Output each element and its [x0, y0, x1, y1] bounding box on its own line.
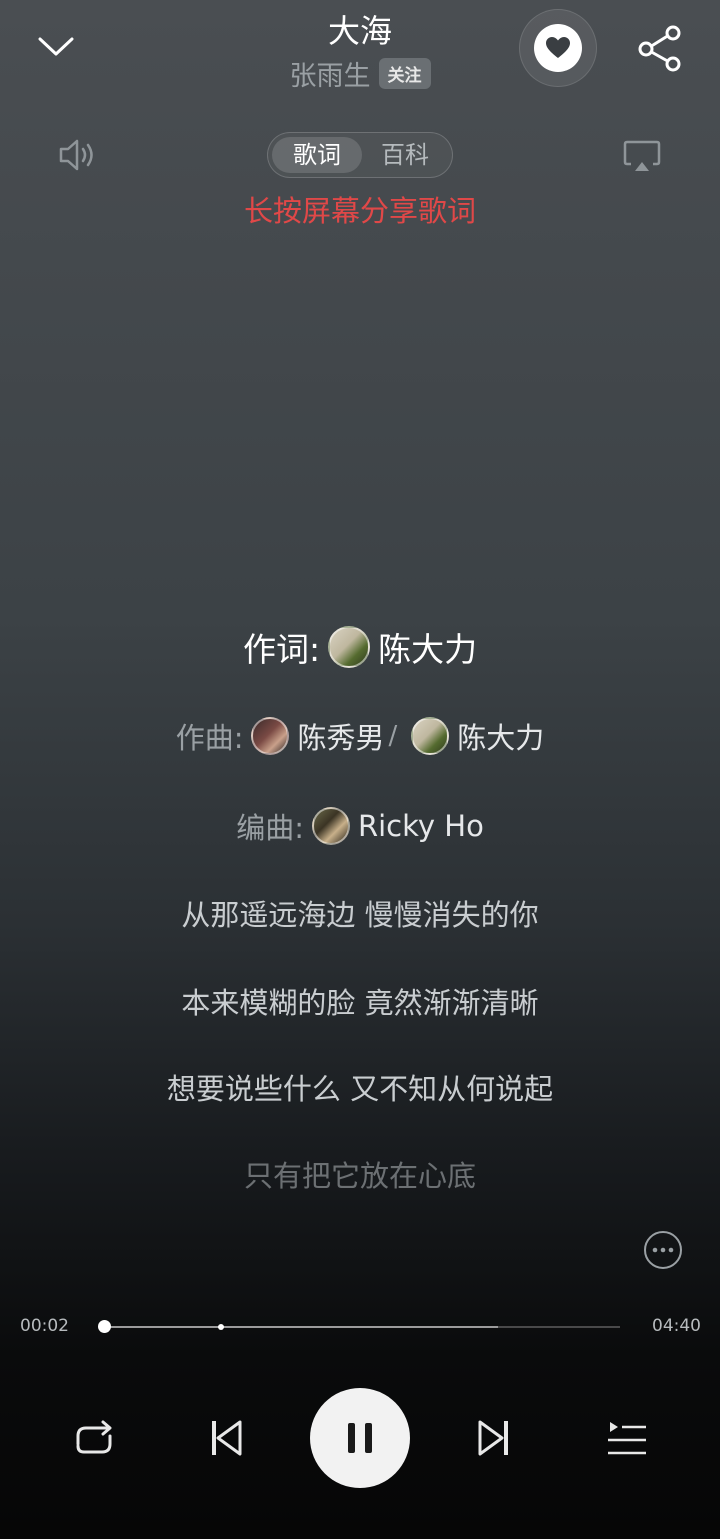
follow-button[interactable]: 关注 [378, 58, 431, 89]
total-time: 04:40 [652, 1316, 701, 1336]
cast-icon [623, 140, 661, 171]
tab-encyclopedia[interactable]: 百科 [360, 133, 450, 177]
next-button[interactable] [469, 1412, 519, 1464]
next-icon [478, 1420, 508, 1456]
lyric-line: 只有把它放在心底 [243, 1159, 476, 1193]
repeat-button[interactable] [68, 1414, 120, 1464]
more-button[interactable] [643, 1230, 683, 1270]
more-icon [644, 1231, 682, 1269]
pause-icon [348, 1423, 372, 1453]
repeat-icon [76, 1420, 112, 1454]
share-icon [638, 25, 681, 72]
credit-composer: 作曲: 陈秀男 / 陈大力 [0, 714, 720, 758]
share-button[interactable] [632, 20, 688, 76]
avatar[interactable] [328, 626, 371, 668]
tab-switcher: 歌词 百科 [267, 132, 453, 178]
lyric-line: 本来模糊的脸 竟然渐渐清晰 [181, 986, 539, 1020]
playlist-button[interactable] [600, 1414, 652, 1462]
artist-row: 张雨生 关注 [0, 54, 720, 93]
heart-icon [546, 37, 570, 58]
progress-marker [218, 1324, 224, 1330]
avatar[interactable] [251, 717, 290, 755]
credit-label: 作词: [242, 630, 321, 669]
lyric-line: 从那遥远海边 慢慢消失的你 [181, 898, 539, 932]
volume-icon [59, 139, 93, 171]
credit-arranger: 编曲: Ricky Ho [0, 804, 720, 848]
share-hint: 长按屏幕分享歌词 [243, 194, 476, 228]
progress-buffered [104, 1326, 498, 1328]
avatar[interactable] [411, 717, 450, 755]
previous-button[interactable] [201, 1412, 251, 1464]
progress-thumb[interactable] [98, 1320, 111, 1333]
playlist-icon [608, 1422, 646, 1455]
volume-button[interactable] [56, 134, 102, 176]
lyric-line: 想要说些什么 又不知从何说起 [166, 1072, 554, 1106]
previous-icon [212, 1420, 242, 1456]
avatar[interactable] [311, 807, 350, 845]
credit-label: 编曲: [236, 811, 304, 845]
credit-separator: / [388, 721, 398, 751]
credit-name[interactable]: Ricky Ho [358, 809, 484, 843]
current-time: 00:02 [20, 1316, 69, 1336]
tab-lyrics[interactable]: 歌词 [272, 133, 362, 177]
credit-lyricist: 作词: 陈大力 [0, 624, 720, 670]
pause-button[interactable] [310, 1388, 410, 1488]
credit-label: 作曲: [175, 721, 244, 755]
song-title: 大海 [327, 12, 392, 50]
credit-name[interactable]: 陈大力 [378, 623, 477, 671]
credit-name[interactable]: 陈大力 [457, 715, 544, 757]
like-button[interactable] [519, 9, 597, 87]
artist-name[interactable]: 张雨生 [290, 54, 371, 93]
cast-button[interactable] [620, 136, 664, 176]
credit-name[interactable]: 陈秀男 [297, 715, 384, 757]
